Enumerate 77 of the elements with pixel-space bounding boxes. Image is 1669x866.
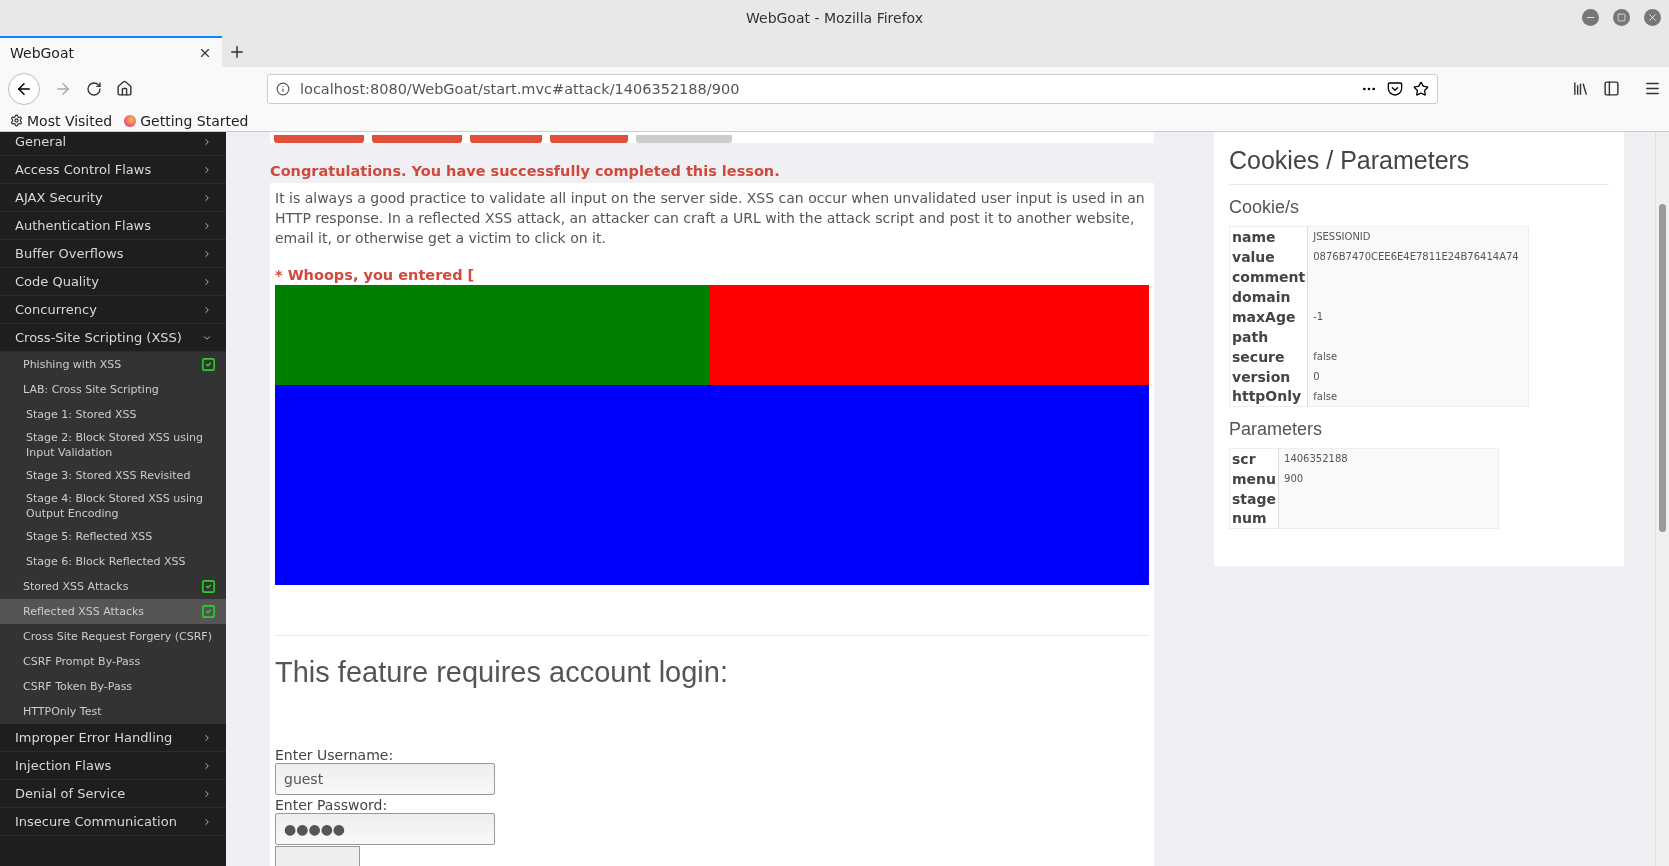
chevron-icon [202, 192, 212, 203]
bookmark-link[interactable]: Most Visited [10, 112, 113, 129]
password-label: Enter Password: [275, 797, 389, 813]
value-cell: JSESSIONID [1307, 226, 1529, 247]
parameters-heading: Parameters [1229, 419, 1324, 440]
gear-icon [10, 114, 23, 127]
chevron-icon [202, 732, 212, 743]
bookmark-link[interactable]: Getting Started [124, 112, 249, 129]
key-cell: comment [1229, 266, 1308, 287]
lesson-description: It is always a good practice to validate all input on the server side. XSS can occur when unvalidated user input is used in an HTTP response. In a reflected XSS attack, an attacker can craft a URL with the attack script and post it to another website, email it, or otherwise get a victim to click on it. [275, 189, 1146, 248]
password-field[interactable]: ●●●●● [275, 813, 495, 845]
key-cell: value [1229, 246, 1308, 267]
success-message: Congratulations. You have successfully completed this lesson. [270, 163, 781, 179]
library-button[interactable] [1572, 80, 1589, 97]
username-field[interactable]: guest [275, 763, 495, 795]
sidebar-button[interactable] [1603, 80, 1620, 97]
browser-tab[interactable]: WebGoat [0, 36, 222, 67]
check-icon [201, 357, 216, 372]
username-label: Enter Username: [275, 747, 395, 763]
key-cell: num [1229, 508, 1279, 529]
sidebar-item[interactable]: Stage 3: Stored XSS Revisited [0, 463, 226, 488]
url-text: localhost:8080/WebGoat/start.mvc#attack/1406352188/900 [300, 80, 741, 97]
home-button[interactable] [116, 80, 133, 97]
error-message: * Whoops, you entered [ [275, 267, 476, 283]
chevron-icon [202, 136, 212, 147]
pocket-icon[interactable] [1387, 80, 1403, 97]
sidebar-item[interactable]: CSRF Prompt By-Pass [0, 649, 226, 674]
sidebar-item[interactable]: Reflected XSS Attacks [0, 599, 226, 624]
close-icon [1647, 12, 1658, 23]
chevron-icon [202, 248, 212, 259]
chevron-icon [202, 276, 212, 287]
info-icon[interactable] [276, 81, 290, 96]
minimize-button[interactable] [1582, 9, 1599, 26]
sidebar-item[interactable]: Stage 6: Block Reflected XSS [0, 549, 226, 574]
key-cell: path [1229, 326, 1308, 347]
key-cell: stage [1229, 488, 1279, 509]
chevron-icon [202, 760, 212, 771]
chevron-icon [202, 164, 212, 175]
sidebar-item[interactable]: CSRF Token By-Pass [0, 674, 226, 699]
key-cell: maxAge [1229, 306, 1308, 327]
sidebar-item[interactable]: HTTPOnly Test [0, 699, 226, 724]
key-cell: secure [1229, 346, 1308, 367]
key-cell: name [1229, 226, 1308, 247]
check-icon [201, 604, 216, 619]
sidebar-item[interactable]: Stage 2: Block Stored XSS using Input Validation [0, 427, 226, 463]
back-button[interactable] [8, 72, 40, 105]
address-bar[interactable]: localhost:8080/WebGoat/start.mvc#attack/1406352188/900 [267, 73, 1438, 104]
firefox-icon [124, 114, 137, 127]
login-heading: This feature requires account login: [275, 656, 729, 689]
sidebar-item[interactable]: Cross Site Request Forgery (CSRF) [0, 624, 226, 649]
key-cell: version [1229, 366, 1308, 387]
sidebar-item[interactable]: Phishing with XSS [0, 352, 226, 377]
sidebar-item[interactable]: Stage 5: Reflected XSS [0, 524, 226, 549]
scrollbar[interactable] [1655, 132, 1669, 866]
sidebar-item[interactable]: Stage 4: Block Stored XSS using Output Encoding [0, 488, 226, 524]
key-cell: scr [1229, 448, 1279, 469]
key-cell: menu [1229, 468, 1279, 489]
chevron-icon [202, 788, 212, 799]
bookmark-star-icon[interactable] [1413, 80, 1429, 97]
sidebar-item[interactable]: LAB: Cross Site Scripting [0, 377, 226, 402]
sidebar-item[interactable]: Stored XSS Attacks [0, 574, 226, 599]
value-cell: 1406352188 [1278, 448, 1499, 469]
close-button[interactable] [1644, 9, 1661, 26]
chevron-icon [202, 304, 212, 315]
panel-title: Cookies / Parameters [1229, 146, 1609, 185]
key-cell: domain [1229, 286, 1308, 307]
window-title: WebGoat - Mozilla Firefox [746, 10, 923, 26]
maximize-icon [1617, 13, 1626, 22]
maximize-button[interactable] [1613, 9, 1630, 26]
chevron-icon [202, 816, 212, 827]
check-icon [201, 579, 216, 594]
key-cell: httpOnly [1229, 386, 1308, 407]
sidebar-item[interactable]: Stage 1: Stored XSS [0, 402, 226, 427]
cookies-heading: Cookie/s [1229, 197, 1301, 218]
chevron-icon [202, 220, 212, 231]
reload-button[interactable] [86, 80, 102, 97]
menu-button[interactable] [1644, 80, 1661, 97]
